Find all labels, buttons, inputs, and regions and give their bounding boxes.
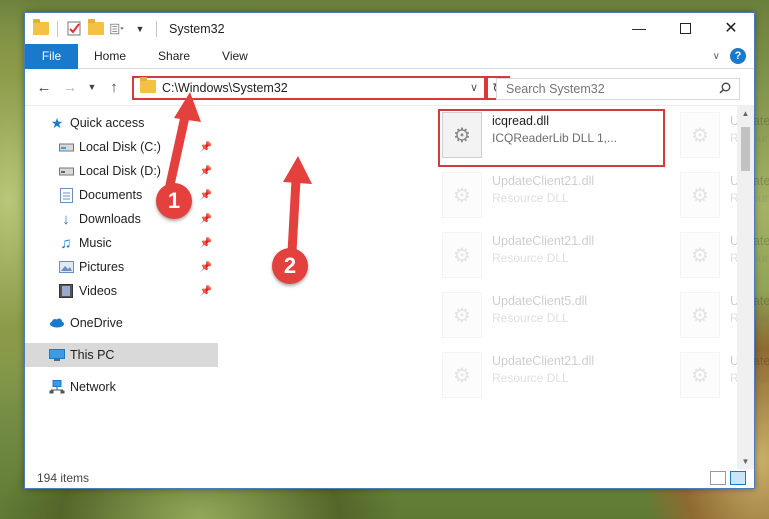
step-1-badge: 1	[156, 183, 192, 219]
annotation-arrows	[165, 92, 312, 257]
step-2-badge: 2	[272, 248, 308, 284]
